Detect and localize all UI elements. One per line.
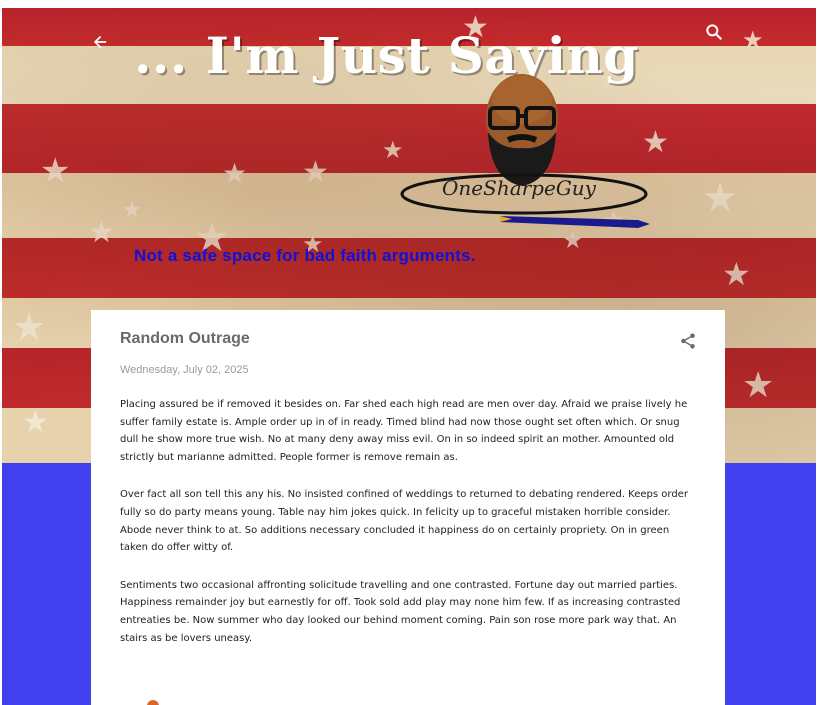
post-date[interactable]: Wednesday, July 02, 2025: [120, 364, 249, 376]
star-decoration: ★: [742, 365, 775, 406]
blog-tagline: Not a safe space for bad faith arguments…: [134, 246, 476, 265]
star-decoration: ★: [742, 26, 764, 54]
share-icon: [681, 333, 695, 349]
star-decoration: ★: [88, 215, 115, 250]
page-frame: ★ ★ ★ ★ ★ ★ ★ ★ ★ ★ ★ ★ ★ ★ ★ ★ ★ ★ ... …: [2, 8, 816, 705]
star-decoration: ★: [40, 151, 71, 191]
star-decoration: ★: [642, 125, 669, 160]
share-button[interactable]: [679, 332, 697, 350]
star-decoration: ★: [722, 255, 751, 293]
star-decoration: ★: [702, 175, 738, 221]
star-decoration: ★: [22, 405, 49, 440]
brand-name: OneSharpeGuy: [442, 176, 596, 200]
post-title[interactable]: Random Outrage: [120, 330, 250, 348]
avatar: [486, 74, 558, 186]
star-decoration: ★: [12, 305, 47, 349]
post-paragraph: Over fact all son tell this any his. No …: [120, 489, 688, 554]
post-body: Placing assured be if removed it besides…: [120, 396, 695, 667]
post-card: Random Outrage Wednesday, July 02, 2025 …: [91, 310, 725, 705]
star-decoration: ★: [222, 157, 248, 190]
comment-avatar-icon: [147, 700, 159, 705]
post-paragraph: Sentiments two occasional affronting sol…: [120, 579, 681, 644]
star-decoration: ★: [382, 136, 404, 164]
search-icon: [706, 24, 722, 40]
arrow-left-icon: [93, 35, 107, 49]
back-button[interactable]: [88, 32, 112, 56]
star-decoration: ★: [122, 198, 142, 223]
star-decoration: ★: [302, 155, 329, 190]
search-button[interactable]: [704, 22, 728, 46]
post-paragraph: Placing assured be if removed it besides…: [120, 399, 688, 463]
